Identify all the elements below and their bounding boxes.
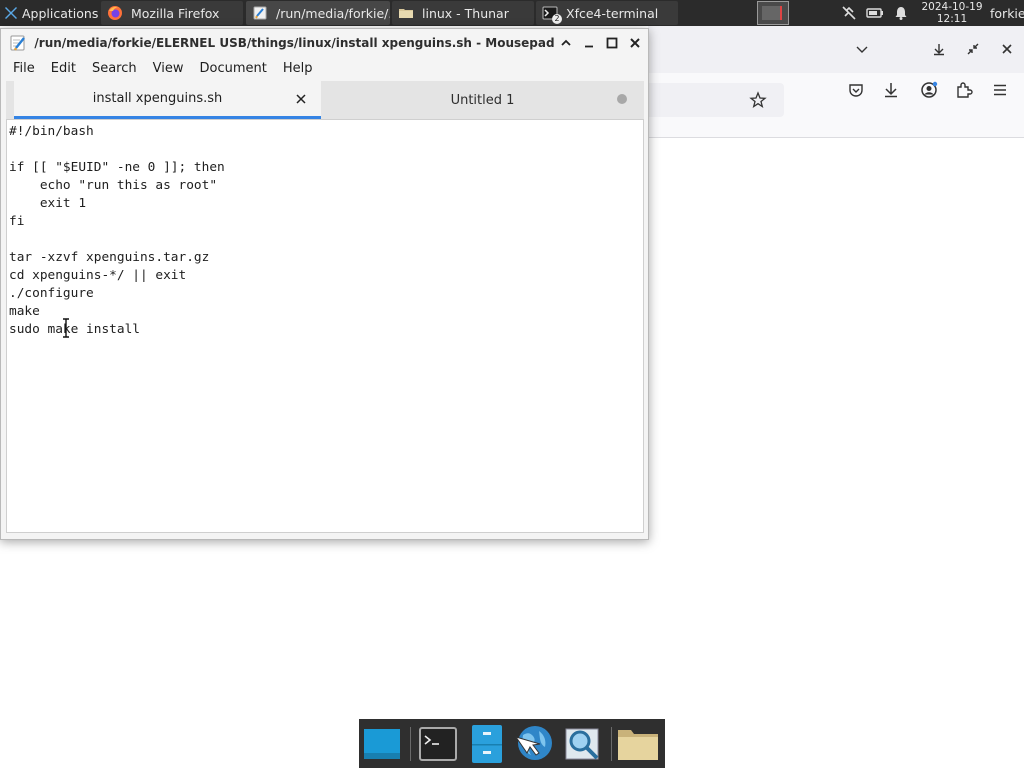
- tab-install-xpenguins[interactable]: install xpenguins.sh: [14, 81, 321, 119]
- window-title: /run/media/forkie/ELERNEL USB/things/lin…: [34, 36, 555, 50]
- workspace-thumbnail-icon: [762, 6, 782, 20]
- unsaved-dot-icon[interactable]: [614, 91, 630, 107]
- menu-view[interactable]: View: [147, 57, 190, 81]
- firefox-nav-bar: [648, 73, 1024, 138]
- code-line: fi: [9, 214, 25, 229]
- user-menu[interactable]: forkie: [990, 0, 1024, 26]
- dock-separator: [611, 727, 612, 761]
- minimize-button[interactable]: [580, 34, 598, 52]
- extensions-icon[interactable]: [954, 80, 974, 100]
- pocket-icon[interactable]: [846, 80, 866, 100]
- bookmark-star-icon[interactable]: [748, 90, 768, 110]
- firefox-icon: [107, 5, 123, 21]
- dock: [359, 719, 665, 768]
- task-count-badge: 2: [552, 14, 562, 24]
- downloads-icon[interactable]: [881, 80, 901, 100]
- home-folder-launcher-icon[interactable]: [617, 723, 659, 765]
- url-bar[interactable]: [648, 83, 784, 117]
- web-browser-launcher-icon[interactable]: [513, 723, 555, 765]
- code-line: tar -xzvf xpenguins.tar.gz: [9, 250, 210, 265]
- menu-help[interactable]: Help: [277, 57, 319, 81]
- applications-label: Applications: [22, 5, 98, 21]
- xfce-logo-icon: [3, 5, 19, 21]
- maximize-button[interactable]: [603, 34, 621, 52]
- code-content[interactable]: #!/bin/bash if [[ "$EUID" -ne 0 ]]; then…: [9, 123, 225, 339]
- hamburger-menu-icon[interactable]: [990, 80, 1010, 100]
- close-icon[interactable]: [997, 39, 1017, 59]
- task-terminal[interactable]: 2 Xfce4-terminal: [536, 1, 678, 25]
- tab-label: Untitled 1: [450, 92, 515, 108]
- menu-bar: File Edit Search View Document Help: [1, 57, 648, 81]
- text-editor[interactable]: #!/bin/bash if [[ "$EUID" -ne 0 ]]; then…: [6, 119, 644, 533]
- code-line: exit 1: [9, 196, 87, 211]
- close-tab-icon[interactable]: [293, 91, 309, 107]
- notification-bell-icon[interactable]: [892, 4, 910, 22]
- battery-icon[interactable]: [866, 4, 884, 22]
- window-titlebar[interactable]: /run/media/forkie/ELERNEL USB/things/lin…: [1, 29, 648, 57]
- task-label: Xfce4-terminal: [566, 5, 659, 21]
- restore-icon[interactable]: [963, 39, 983, 59]
- menu-file[interactable]: File: [7, 57, 41, 81]
- show-desktop-icon[interactable]: [361, 723, 403, 765]
- code-line: make: [9, 304, 40, 319]
- mousepad-icon: [9, 34, 27, 52]
- task-label: /run/media/forkie/...: [276, 5, 390, 21]
- code-line: echo "run this as root": [9, 178, 218, 193]
- task-label: linux - Thunar: [422, 5, 509, 21]
- tab-label: install xpenguins.sh: [92, 91, 223, 106]
- app-finder-launcher-icon[interactable]: [562, 723, 604, 765]
- applications-menu[interactable]: Applications: [0, 0, 98, 26]
- code-line: #!/bin/bash: [9, 124, 94, 139]
- code-line: if [[ "$EUID" -ne 0 ]]; then: [9, 160, 225, 175]
- task-label: Mozilla Firefox: [131, 5, 220, 21]
- ibeam-cursor-icon: [61, 318, 71, 338]
- code-line: cd xpenguins-*/ || exit: [9, 268, 187, 283]
- shade-button[interactable]: [557, 34, 575, 52]
- clock-time: 12:11: [936, 13, 968, 25]
- mousepad-window: /run/media/forkie/ELERNEL USB/things/lin…: [0, 28, 649, 540]
- menu-document[interactable]: Document: [193, 57, 272, 81]
- list-all-tabs-icon[interactable]: [852, 39, 872, 59]
- close-button[interactable]: [626, 34, 644, 52]
- account-icon[interactable]: [919, 80, 939, 100]
- folder-icon: [398, 5, 414, 21]
- workspace-switcher[interactable]: [757, 1, 789, 25]
- document-tab-bar: install xpenguins.sh Untitled 1: [6, 81, 644, 119]
- task-thunar[interactable]: linux - Thunar: [392, 1, 534, 25]
- tab-untitled-1[interactable]: Untitled 1: [321, 81, 644, 119]
- menu-edit[interactable]: Edit: [45, 57, 82, 81]
- task-firefox[interactable]: Mozilla Firefox: [101, 1, 243, 25]
- firefox-tab-bar: [648, 26, 1024, 73]
- network-disconnected-icon[interactable]: [840, 4, 858, 22]
- task-mousepad[interactable]: /run/media/forkie/...: [246, 1, 390, 25]
- terminal-launcher-icon[interactable]: [417, 723, 459, 765]
- dock-separator: [410, 727, 411, 761]
- terminal-icon: 2: [542, 5, 562, 24]
- top-panel: Applications Mozilla Firefox /run/media/…: [0, 0, 1024, 26]
- clock-date: 2024-10-19: [921, 1, 983, 13]
- mousepad-icon: [252, 5, 268, 21]
- firefox-window: [648, 26, 1024, 768]
- code-line: ./configure: [9, 286, 94, 301]
- clock[interactable]: 2024-10-19 12:11: [918, 0, 986, 26]
- menu-search[interactable]: Search: [86, 57, 143, 81]
- code-line: sudo make install: [9, 322, 140, 337]
- file-manager-launcher-icon[interactable]: [466, 723, 508, 765]
- minimize-icon[interactable]: [929, 39, 949, 59]
